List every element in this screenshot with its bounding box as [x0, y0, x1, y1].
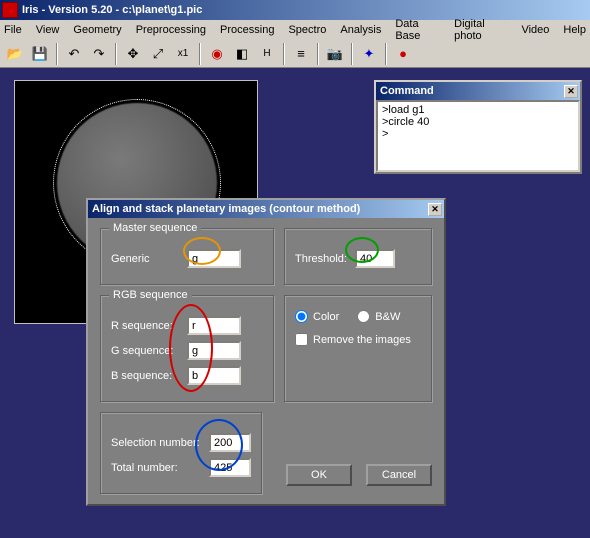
redo-icon[interactable]: ↷	[88, 43, 110, 65]
blue-dot-icon[interactable]: ✦	[358, 43, 380, 65]
dialog-title: Align and stack planetary images (contou…	[92, 203, 360, 215]
selection-group: Selection number: Total number:	[100, 412, 262, 494]
remove-images-checkbox[interactable]: Remove the images	[295, 333, 421, 346]
dialog-titlebar[interactable]: Align and stack planetary images (contou…	[88, 200, 444, 218]
total-number-input[interactable]	[209, 458, 251, 477]
menu-processing[interactable]: Processing	[220, 24, 274, 36]
app-icon	[2, 2, 18, 18]
menu-spectro[interactable]: Spectro	[288, 24, 326, 36]
total-number-label: Total number:	[111, 462, 209, 474]
window-title: Iris - Version 5.20 - c:\planet\g1.pic	[22, 4, 202, 16]
workspace: Command ✕ >load g1 >circle 40 > Align an…	[0, 68, 590, 538]
save-icon[interactable]: 💾	[29, 43, 51, 65]
bw-radio[interactable]: B&W	[357, 310, 400, 323]
swirl-icon[interactable]: ◉	[206, 43, 228, 65]
rgb-sequence-group: RGB sequence R sequence: G sequence: B s…	[100, 295, 274, 402]
red-dot-icon[interactable]: ●	[392, 43, 414, 65]
align-stack-dialog: Align and stack planetary images (contou…	[86, 198, 446, 506]
menu-help[interactable]: Help	[563, 24, 586, 36]
close-icon[interactable]: ✕	[428, 203, 442, 216]
window-titlebar: Iris - Version 5.20 - c:\planet\g1.pic	[0, 0, 590, 20]
menu-file[interactable]: File	[4, 24, 22, 36]
command-output[interactable]: >load g1 >circle 40 >	[376, 100, 580, 172]
command-titlebar[interactable]: Command ✕	[376, 82, 580, 100]
separator	[351, 43, 353, 65]
color-radio[interactable]: Color	[295, 310, 339, 323]
separator	[115, 43, 117, 65]
ok-button[interactable]: OK	[286, 464, 352, 486]
r-sequence-label: R sequence:	[111, 320, 187, 332]
menu-video[interactable]: Video	[521, 24, 549, 36]
b-sequence-label: B sequence:	[111, 370, 187, 382]
threshold-input[interactable]	[355, 249, 395, 268]
toolbar: 📂 💾 ↶ ↷ ✥ ⤢ x1 ◉ ◧ H ≡ 📷 ✦ ●	[0, 40, 590, 68]
move-icon[interactable]: ✥	[122, 43, 144, 65]
threshold-group: Threshold:	[284, 228, 432, 285]
menu-preprocessing[interactable]: Preprocessing	[136, 24, 206, 36]
threshold-label: Threshold:	[295, 253, 355, 265]
separator	[199, 43, 201, 65]
separator	[56, 43, 58, 65]
cancel-button[interactable]: Cancel	[366, 464, 432, 486]
command-window[interactable]: Command ✕ >load g1 >circle 40 >	[374, 80, 582, 174]
undo-icon[interactable]: ↶	[63, 43, 85, 65]
x1-icon[interactable]: x1	[172, 43, 194, 65]
close-icon[interactable]: ✕	[564, 85, 578, 98]
generic-input[interactable]	[187, 249, 241, 268]
menu-database[interactable]: Data Base	[395, 18, 440, 42]
menu-geometry[interactable]: Geometry	[73, 24, 121, 36]
menu-view[interactable]: View	[36, 24, 60, 36]
separator	[317, 43, 319, 65]
open-icon[interactable]: 📂	[4, 43, 26, 65]
master-sequence-group: Master sequence Generic	[100, 228, 274, 285]
selection-number-input[interactable]	[209, 433, 251, 452]
selection-number-label: Selection number:	[111, 437, 209, 449]
levels-icon[interactable]: ≡	[290, 43, 312, 65]
menubar: File View Geometry Preprocessing Process…	[0, 20, 590, 40]
command-title: Command	[380, 85, 434, 97]
group-legend: Master sequence	[109, 222, 201, 234]
g-sequence-input[interactable]	[187, 341, 241, 360]
group-legend: RGB sequence	[109, 289, 192, 301]
histogram-icon[interactable]: H	[256, 43, 278, 65]
options-group: Color B&W Remove the images	[284, 295, 432, 402]
camera-icon[interactable]: 📷	[324, 43, 346, 65]
menu-analysis[interactable]: Analysis	[340, 24, 381, 36]
separator	[283, 43, 285, 65]
b-sequence-input[interactable]	[187, 366, 241, 385]
tone-icon[interactable]: ◧	[231, 43, 253, 65]
menu-digitalphoto[interactable]: Digital photo	[454, 18, 507, 42]
r-sequence-input[interactable]	[187, 316, 241, 335]
generic-label: Generic	[111, 253, 187, 265]
separator	[385, 43, 387, 65]
zoom-icon[interactable]: ⤢	[147, 43, 169, 65]
g-sequence-label: G sequence:	[111, 345, 187, 357]
